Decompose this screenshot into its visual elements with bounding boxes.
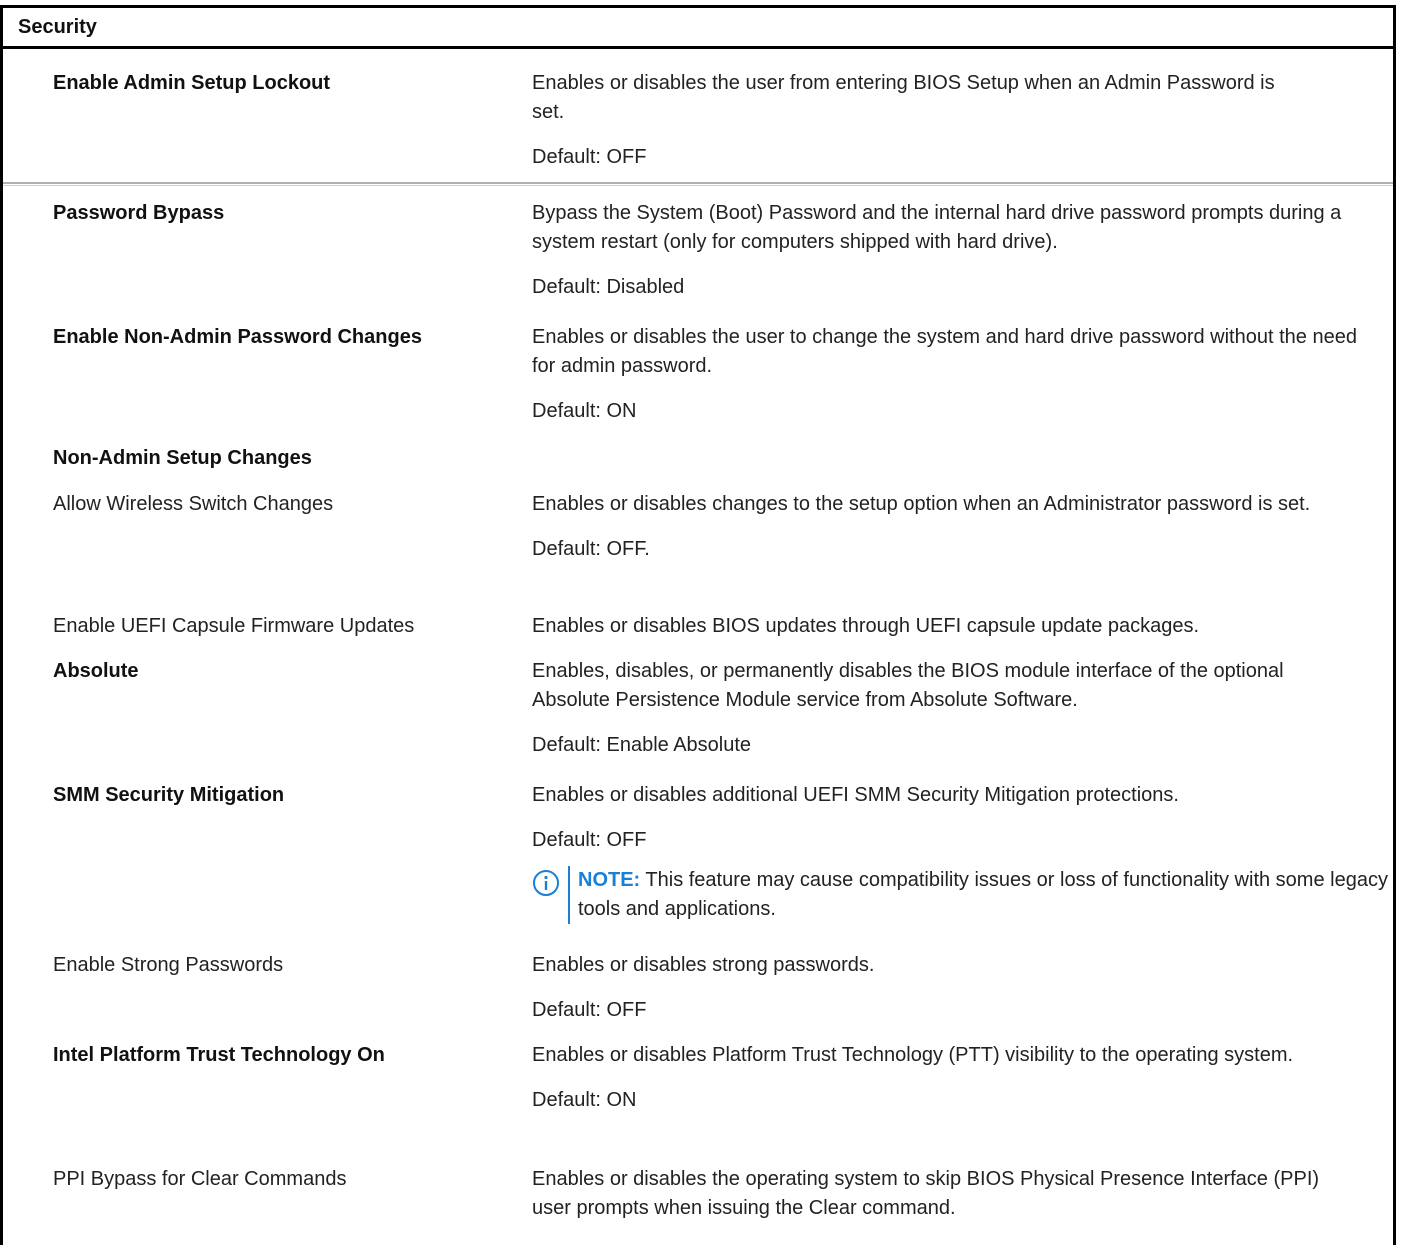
option-description: Bypass the System (Boot) Password and th… bbox=[532, 199, 1392, 302]
option-description: Enables, disables, or permanently disabl… bbox=[532, 657, 1392, 760]
description-text: Enables or disables BIOS updates through… bbox=[532, 615, 1200, 637]
description-text: Enables or disables the operating system… bbox=[532, 1168, 1320, 1219]
option-name: SMM Security Mitigation bbox=[53, 784, 285, 806]
description-text: Enables or disables the user from enteri… bbox=[532, 72, 1275, 123]
default-value: Default: OFF bbox=[532, 146, 647, 168]
description-text: Enables or disables strong passwords. bbox=[532, 954, 875, 976]
default-value: Default: OFF bbox=[532, 999, 647, 1021]
option-group-heading: Non-Admin Setup Changes bbox=[53, 447, 312, 469]
note-callout: NOTE: This feature may cause compatibili… bbox=[532, 866, 1392, 924]
description-text: Enables or disables additional UEFI SMM … bbox=[532, 784, 1179, 806]
option-name: Enable Non-Admin Password Changes bbox=[53, 326, 422, 348]
option-name: Absolute bbox=[53, 660, 139, 682]
option-description: Enables or disables changes to the setup… bbox=[532, 490, 1392, 564]
default-value: Default: ON bbox=[532, 400, 637, 422]
default-value: Default: OFF. bbox=[532, 538, 650, 560]
note-label: NOTE: bbox=[578, 869, 641, 891]
security-table: Security Enable Admin Setup Lockout Enab… bbox=[0, 5, 1396, 1245]
default-value: Default: ON bbox=[532, 1089, 637, 1111]
note-divider bbox=[568, 866, 570, 924]
option-description: Enables or disables the user to change t… bbox=[532, 323, 1392, 426]
option-name: Enable Strong Passwords bbox=[53, 954, 284, 976]
option-name: Intel Platform Trust Technology On bbox=[53, 1044, 385, 1066]
option-name: Enable UEFI Capsule Firmware Updates bbox=[53, 615, 415, 637]
option-description: Enables or disables additional UEFI SMM … bbox=[532, 781, 1392, 855]
option-name: Password Bypass bbox=[53, 202, 225, 224]
option-description: Enables or disables strong passwords. De… bbox=[532, 951, 1392, 1025]
note-body: This feature may cause compatibility iss… bbox=[578, 869, 1388, 920]
option-description: Enables or disables Platform Trust Techn… bbox=[532, 1041, 1392, 1115]
option-name: Allow Wireless Switch Changes bbox=[53, 493, 334, 515]
description-text: Enables or disables Platform Trust Techn… bbox=[532, 1044, 1294, 1066]
default-value: Default: OFF bbox=[532, 829, 647, 851]
description-text: Enables or disables changes to the setup… bbox=[532, 493, 1311, 515]
option-description: Enables or disables the operating system… bbox=[532, 1165, 1392, 1223]
table-row-block: Enable Admin Setup Lockout Enables or di… bbox=[3, 49, 1393, 186]
description-text: Enables, disables, or permanently disabl… bbox=[532, 660, 1284, 711]
default-value: Default: Disabled bbox=[532, 276, 685, 298]
description-text: Enables or disables the user to change t… bbox=[532, 326, 1357, 377]
info-icon bbox=[533, 870, 559, 896]
option-description: Enables or disables BIOS updates through… bbox=[532, 612, 1392, 641]
section-header: Security bbox=[3, 8, 1393, 49]
option-name: Enable Admin Setup Lockout bbox=[53, 72, 331, 94]
option-name: PPI Bypass for Clear Commands bbox=[53, 1168, 347, 1190]
section-title: Security bbox=[18, 15, 97, 38]
description-text: Bypass the System (Boot) Password and th… bbox=[532, 202, 1342, 253]
option-description: Enables or disables the user from enteri… bbox=[532, 69, 1392, 172]
default-value: Default: Enable Absolute bbox=[532, 734, 752, 756]
note-text: NOTE: This feature may cause compatibili… bbox=[578, 866, 1392, 924]
